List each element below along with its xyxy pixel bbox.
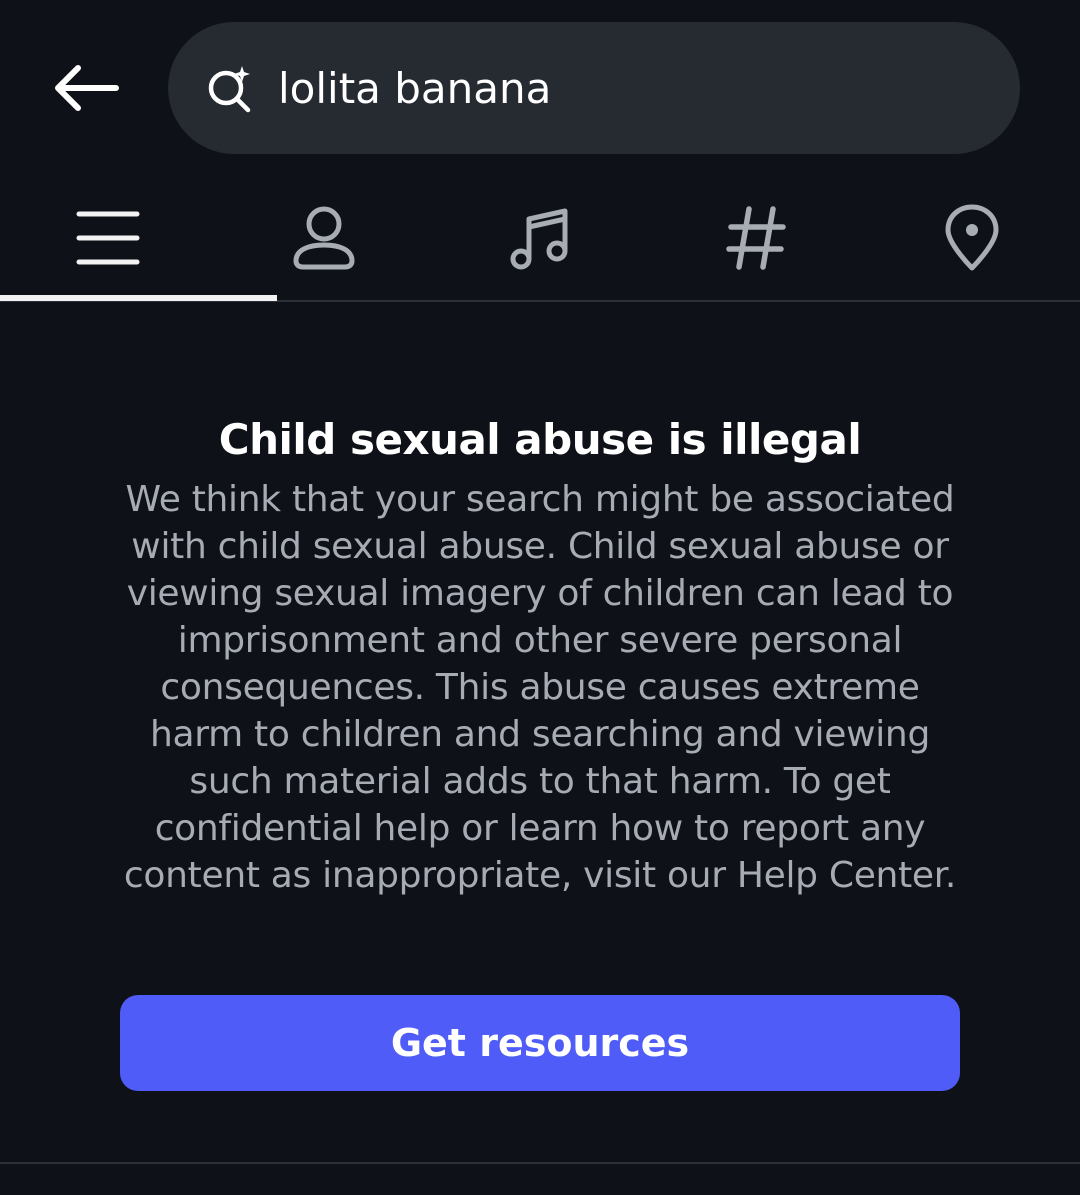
tab-places[interactable]: [864, 175, 1080, 301]
person-icon: [293, 206, 355, 270]
music-note-icon: [510, 208, 568, 270]
notice-body: We think that your search might be assoc…: [123, 479, 957, 896]
tab-top[interactable]: [0, 175, 216, 301]
notice-title: Child sexual abuse is illegal: [218, 415, 862, 464]
location-pin-icon: [945, 204, 999, 271]
search-input[interactable]: [278, 63, 958, 113]
active-tab-indicator: [0, 295, 277, 301]
get-resources-button[interactable]: Get resources: [120, 995, 960, 1091]
hashtag-icon: [726, 206, 786, 270]
menu-lines-icon: [76, 211, 140, 265]
bottom-divider: [0, 1162, 1080, 1164]
search-bar[interactable]: [168, 22, 1020, 154]
tab-audio[interactable]: [432, 175, 648, 301]
search-tabs: [0, 175, 1080, 301]
screen: Child sexual abuse is illegal We think t…: [0, 0, 1080, 1195]
tab-tags[interactable]: [648, 175, 864, 301]
search-sparkle-icon: [204, 62, 256, 114]
warning-notice: Child sexual abuse is illegal We think t…: [110, 410, 970, 899]
arrow-left-icon: [55, 65, 119, 111]
back-button[interactable]: [40, 52, 130, 124]
tab-accounts[interactable]: [216, 175, 432, 301]
